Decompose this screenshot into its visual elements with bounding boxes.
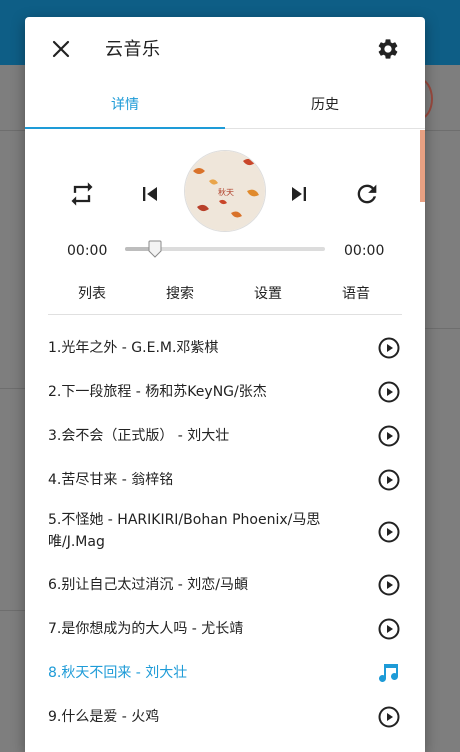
- song-item[interactable]: 9.什么是爱 - 火鸡: [48, 705, 402, 729]
- progress-thumb[interactable]: [148, 240, 162, 258]
- menu-voice[interactable]: 语音: [316, 283, 396, 303]
- song-title: 3.会不会（正式版） - 刘大壮: [48, 428, 230, 444]
- tab-bar: 详情 历史: [25, 87, 425, 129]
- play-circle-icon[interactable]: [377, 705, 401, 729]
- menu-search[interactable]: 搜索: [140, 283, 220, 303]
- menu-divider: [48, 314, 402, 315]
- song-item[interactable]: 7.是你想成为的大人吗 - 尤长靖: [48, 617, 402, 641]
- song-title: 1.光年之外 - G.E.M.邓紫棋: [48, 340, 219, 356]
- close-icon[interactable]: [49, 37, 73, 61]
- song-title: 4.苦尽甘来 - 翁梓铭: [48, 472, 174, 488]
- song-item[interactable]: 4.苦尽甘来 - 翁梓铭: [48, 468, 402, 492]
- tab-history[interactable]: 历史: [225, 87, 425, 129]
- scrollbar-thumb[interactable]: [420, 130, 425, 202]
- song-item[interactable]: 6.别让自己太过消沉 - 刘恋/马頔: [48, 573, 402, 597]
- dialog-titlebar: 云音乐: [25, 17, 425, 81]
- previous-icon[interactable]: [136, 180, 164, 208]
- next-icon[interactable]: [285, 180, 313, 208]
- play-circle-icon[interactable]: [377, 520, 401, 544]
- tab-details[interactable]: 详情: [25, 87, 225, 129]
- play-circle-icon[interactable]: [377, 424, 401, 448]
- song-title: 7.是你想成为的大人吗 - 尤长靖: [48, 621, 244, 637]
- song-item[interactable]: 2.下一段旅程 - 杨和苏KeyNG/张杰: [48, 380, 402, 404]
- dialog-title: 云音乐: [105, 39, 161, 60]
- svg-text:秋天: 秋天: [218, 187, 234, 197]
- song-item[interactable]: 5.不怪她 - HARIKIRI/Bohan Phoenix/马思唯/J.Mag: [48, 509, 402, 553]
- current-time: 00:00: [67, 243, 108, 259]
- song-title: 6.别让自己太过消沉 - 刘恋/马頔: [48, 577, 249, 593]
- gear-icon[interactable]: [376, 37, 400, 61]
- song-title: 2.下一段旅程 - 杨和苏KeyNG/张杰: [48, 384, 267, 400]
- tab-indicator: [25, 127, 225, 129]
- play-circle-icon[interactable]: [377, 617, 401, 641]
- background-divider: [0, 610, 25, 611]
- play-circle-icon[interactable]: [377, 380, 401, 404]
- background-divider: [0, 388, 25, 389]
- music-dialog: 云音乐 详情 历史 秋天 00:00 00:00 列表 搜索 设置 语音 1.光…: [25, 17, 425, 752]
- background-divider: [425, 328, 460, 329]
- music-note-icon: [377, 661, 401, 685]
- play-circle-icon[interactable]: [377, 336, 401, 360]
- menu-list[interactable]: 列表: [52, 283, 132, 303]
- menu-settings[interactable]: 设置: [228, 283, 308, 303]
- play-circle-icon[interactable]: [377, 573, 401, 597]
- total-time: 00:00: [344, 243, 385, 259]
- song-item[interactable]: 3.会不会（正式版） - 刘大壮: [48, 424, 402, 448]
- song-title: 9.什么是爱 - 火鸡: [48, 709, 160, 725]
- repeat-icon[interactable]: [68, 180, 96, 208]
- song-title: 5.不怪她 - HARIKIRI/Bohan Phoenix/马思唯/J.Mag: [48, 512, 321, 550]
- play-circle-icon[interactable]: [377, 468, 401, 492]
- refresh-icon[interactable]: [353, 180, 381, 208]
- song-item[interactable]: 1.光年之外 - G.E.M.邓紫棋: [48, 336, 402, 360]
- album-art[interactable]: 秋天: [184, 150, 266, 232]
- song-title: 8.秋天不回来 - 刘大壮: [48, 665, 188, 681]
- song-item-active[interactable]: 8.秋天不回来 - 刘大壮: [48, 661, 402, 685]
